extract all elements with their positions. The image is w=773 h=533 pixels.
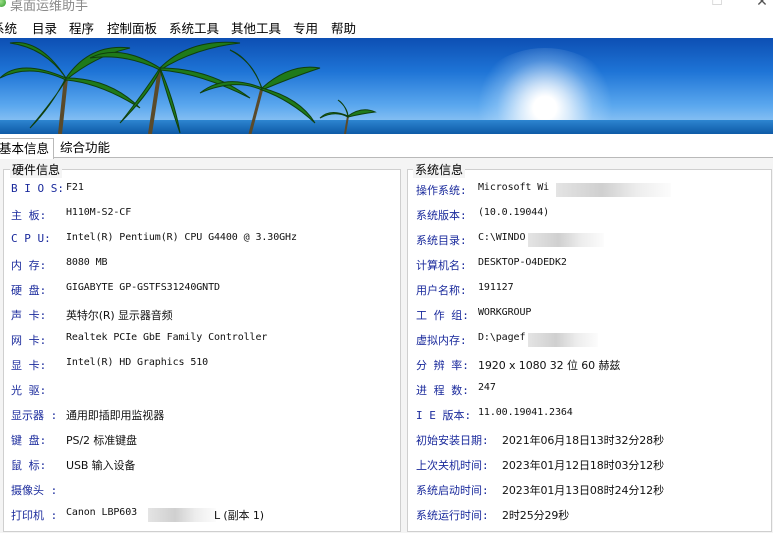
menu-system[interactable]: 系统: [0, 18, 17, 37]
hw-value: 8080 MB: [66, 257, 108, 268]
hw-label: 摄像头 :: [11, 484, 58, 497]
tab-content: 硬件信息 B I O S: F21 主 板: H110M-S2-CF C P U…: [0, 158, 773, 533]
hw-value: USB 输入设备: [66, 459, 136, 472]
hw-value: 英特尔(R) 显示器音频: [66, 309, 173, 322]
hw-value: H110M-S2-CF: [66, 207, 132, 218]
sys-value: 191127: [478, 282, 514, 293]
hw-label: B I O S:: [11, 182, 64, 195]
sys-value: 2021年06月18日13时32分28秒: [502, 434, 664, 447]
menu-programs[interactable]: 程序: [69, 18, 94, 37]
sys-label: 进 程 数:: [416, 384, 469, 397]
sys-label: 工 作 组:: [416, 309, 469, 322]
hw-label: 键 盘:: [11, 434, 47, 447]
maximize-button[interactable]: ☐: [707, 0, 727, 9]
sys-value: 247: [478, 382, 496, 393]
menu-control-panel[interactable]: 控制面板: [107, 18, 157, 37]
hw-label: 网 卡:: [11, 334, 47, 347]
hw-value: 通用即插即用监视器: [66, 409, 165, 422]
hw-value: F21: [66, 182, 84, 193]
sys-value: C:\WINDO: [478, 232, 526, 243]
system-info-group: 系统信息 操作系统: Microsoft Wi 系统版本: (10.0.1904…: [407, 161, 772, 532]
hw-label: 硬 盘:: [11, 284, 47, 297]
hw-label: 声 卡:: [11, 309, 47, 322]
tab-bar: 基本信息 综合功能: [0, 134, 773, 159]
menu-other-tools[interactable]: 其他工具: [231, 18, 281, 37]
sys-label: 系统版本:: [416, 209, 467, 222]
menu-special[interactable]: 专用: [293, 18, 318, 37]
hardware-info-group: 硬件信息 B I O S: F21 主 板: H110M-S2-CF C P U…: [3, 161, 401, 532]
hw-value: Intel(R) HD Graphics 510: [66, 357, 209, 368]
hw-label: C P U:: [11, 232, 51, 245]
close-button[interactable]: ✕: [752, 0, 772, 10]
sys-value: 2023年01月13日08时24分12秒: [502, 484, 664, 497]
menu-help[interactable]: 帮助: [331, 18, 356, 37]
redacted-block: [528, 333, 598, 347]
hw-label: 显 卡:: [11, 359, 47, 372]
sys-label: 虚拟内存:: [416, 334, 467, 347]
sys-value: Microsoft Wi: [478, 182, 550, 193]
palm-trees-icon: [0, 41, 377, 134]
minimize-button[interactable]: —: [669, 0, 689, 7]
sys-value: 1920 x 1080 32 位 60 赫兹: [478, 359, 621, 372]
sys-label: 用户名称:: [416, 284, 467, 297]
hw-label: 显示器 :: [11, 409, 58, 422]
sys-value: D:\pagef: [478, 332, 526, 343]
window-title: 桌面运维助手: [10, 0, 89, 14]
redacted-block: [556, 183, 671, 197]
sys-label: 系统目录:: [416, 234, 467, 247]
sys-label: 系统启动时间:: [416, 484, 489, 497]
tab-integrated-functions[interactable]: 综合功能: [56, 138, 114, 158]
sys-value: DESKTOP-O4DEDK2: [478, 257, 567, 268]
hw-label: 鼠 标:: [11, 459, 47, 472]
sys-label: 分 辨 率:: [416, 359, 469, 372]
sys-label: 初始安装日期:: [416, 434, 489, 447]
title-bar: 桌面运维助手 — ☐ ✕: [0, 0, 773, 14]
hw-label: 主 板:: [11, 209, 47, 222]
sys-label: 操作系统:: [416, 184, 467, 197]
hardware-info-title: 硬件信息: [10, 161, 63, 178]
sys-label: 计算机名:: [416, 259, 467, 272]
hw-value: PS/2 标准键盘: [66, 434, 137, 447]
app-icon: [0, 0, 6, 7]
redacted-block: [528, 233, 604, 247]
menu-directory[interactable]: 目录: [32, 18, 57, 37]
hw-label: 内 存:: [11, 259, 47, 272]
sys-value: 11.00.19041.2364: [478, 407, 573, 418]
sys-value: 2时25分29秒: [502, 509, 570, 522]
hw-value: Intel(R) Pentium(R) CPU G4400 @ 3.30GHz: [66, 232, 297, 243]
sys-label: 系统运行时间:: [416, 509, 489, 522]
sys-value: WORKGROUP: [478, 307, 532, 318]
sys-value: 2023年01月12日18时03分12秒: [502, 459, 664, 472]
hw-value-tail: L (副本 1): [214, 509, 264, 522]
banner-image: [0, 38, 773, 134]
menu-bar: 系统 目录 程序 控制面板 系统工具 其他工具 专用 帮助: [0, 15, 773, 39]
hw-value: GIGABYTE GP-GSTFS31240GNTD: [66, 282, 220, 293]
hw-label: 打印机 :: [11, 509, 58, 522]
hw-value: Canon LBP603: [66, 507, 138, 518]
redacted-block: [148, 508, 216, 522]
tab-basic-info[interactable]: 基本信息: [0, 138, 55, 159]
sys-value: (10.0.19044): [478, 207, 550, 218]
hw-value: Realtek PCIe GbE Family Controller: [66, 332, 268, 343]
sys-label: I E 版本:: [416, 409, 472, 422]
hw-label: 光 驱:: [11, 384, 47, 397]
system-info-title: 系统信息: [413, 161, 466, 178]
menu-system-tools[interactable]: 系统工具: [169, 18, 219, 37]
sys-label: 上次关机时间:: [416, 459, 489, 472]
